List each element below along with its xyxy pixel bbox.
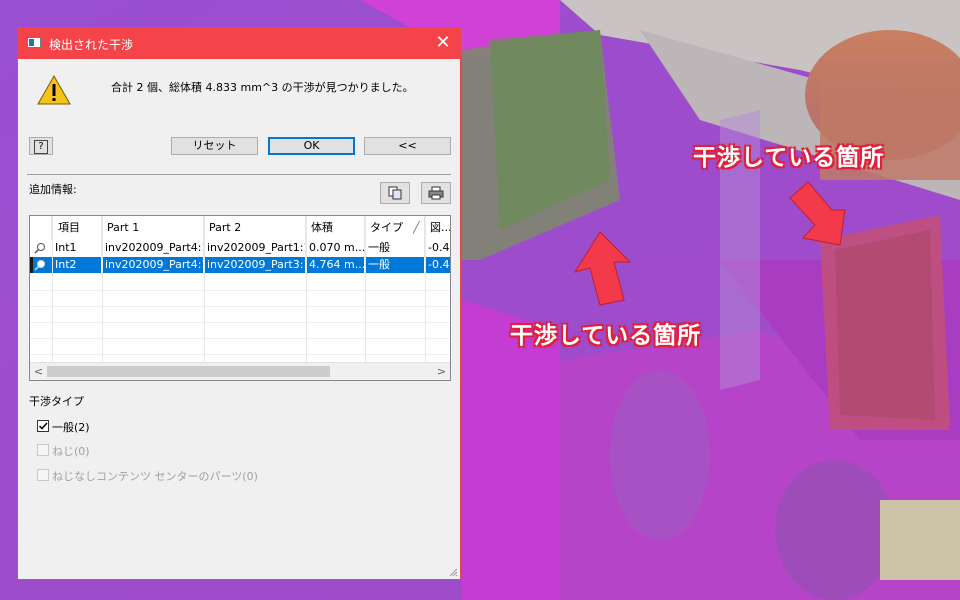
cell-part1: inv202009_Part4:1 <box>102 240 204 256</box>
selection-marker <box>30 257 33 273</box>
cell-volume: 4.764 m... <box>306 257 365 273</box>
grid-line <box>30 306 450 307</box>
grid-line <box>306 216 307 366</box>
grid-line <box>425 216 426 366</box>
cell-item: Int1 <box>52 240 102 256</box>
column-header-item[interactable]: 項目 <box>52 216 102 240</box>
window-icon <box>27 37 41 48</box>
ok-button[interactable]: OK <box>268 137 355 155</box>
cell-part2: inv202009_Part3:1 <box>204 257 306 273</box>
cell-volume: 0.070 m... <box>306 240 365 256</box>
checkbox-box[interactable] <box>37 444 49 456</box>
cell-item: Int2 <box>52 257 102 273</box>
summary-text: 合計 2 個、総体積 4.833 mm^3 の干渉が見つかりました。 <box>111 81 414 94</box>
magnifier-icon <box>34 260 45 271</box>
column-header-extra[interactable]: 図... <box>425 216 450 240</box>
resize-grip-icon[interactable] <box>448 567 458 577</box>
callout-upper: 干渉している箇所 <box>693 145 885 171</box>
separator <box>27 174 451 175</box>
grid-line <box>30 354 450 355</box>
scrollbar-thumb[interactable] <box>47 366 330 377</box>
grid-line <box>30 322 450 323</box>
close-icon: ✕ <box>435 32 451 53</box>
checkbox-label: ねじなしコンテンツ センターのパーツ(0) <box>52 470 258 483</box>
callout-lower: 干渉している箇所 <box>510 323 702 349</box>
grid-line <box>30 290 450 291</box>
table-header: 項目 Part 1 Part 2 体積 タイプ ╱ 図... <box>30 216 450 240</box>
cell-type: 一般 <box>365 240 425 256</box>
collapse-button[interactable]: << <box>364 137 451 155</box>
grid-line <box>102 216 103 366</box>
reset-button[interactable]: リセット <box>171 137 258 155</box>
grid-line <box>365 216 366 366</box>
help-icon: ? <box>34 140 48 154</box>
checkbox-label: 一般(2) <box>52 421 90 434</box>
magnifier-icon <box>34 243 45 254</box>
table-row-selected[interactable]: Int2 inv202009_Part4:1 inv202009_Part3:1… <box>30 257 450 273</box>
header-spacer <box>30 216 52 240</box>
interference-table[interactable]: 項目 Part 1 Part 2 体積 タイプ ╱ 図... Int1 inv20… <box>29 215 451 381</box>
horizontal-scrollbar[interactable]: < > <box>30 362 450 380</box>
checkbox-label: ねじ(0) <box>52 445 90 458</box>
additional-info-label: 追加情報: <box>29 183 77 196</box>
warning-icon <box>37 75 71 105</box>
help-button[interactable]: ? <box>29 137 53 155</box>
interference-type-label: 干渉タイプ <box>29 395 84 408</box>
copy-button[interactable] <box>380 182 410 204</box>
column-header-type[interactable]: タイプ ╱ <box>365 216 425 240</box>
print-button[interactable] <box>421 182 451 204</box>
scroll-left-icon[interactable]: < <box>30 363 47 380</box>
cell-extra: -0.4 <box>428 241 450 254</box>
close-button[interactable]: ✕ <box>426 28 460 59</box>
column-header-part2[interactable]: Part 2 <box>204 216 306 240</box>
table-row[interactable]: Int1 inv202009_Part4:1 inv202009_Part1:1… <box>30 240 450 256</box>
copy-icon <box>388 186 402 200</box>
sort-icon: ╱ <box>413 221 420 234</box>
dialog-title: 検出された干渉 <box>49 38 134 52</box>
checkbox-box[interactable] <box>37 469 49 481</box>
column-header-volume[interactable]: 体積 <box>306 216 365 240</box>
checkbox-box[interactable] <box>37 420 49 432</box>
grid-line <box>204 216 205 366</box>
cell-extra: -0.4 <box>428 258 450 271</box>
column-header-type-label: タイプ <box>370 221 403 234</box>
interference-dialog: 検出された干渉 ✕ 合計 2 個、総体積 4.833 mm^3 の干渉が見つかり… <box>17 27 461 580</box>
checkmark-icon <box>38 422 48 430</box>
printer-icon <box>428 186 444 200</box>
cell-part2: inv202009_Part1:1 <box>204 240 306 256</box>
title-bar[interactable]: 検出された干渉 ✕ <box>18 28 460 59</box>
grid-line <box>30 338 450 339</box>
column-header-part1[interactable]: Part 1 <box>102 216 204 240</box>
scroll-right-icon[interactable]: > <box>433 363 450 380</box>
cell-part1: inv202009_Part4:1 <box>102 257 204 273</box>
grid-line <box>52 216 53 366</box>
cell-type: 一般 <box>365 257 425 273</box>
